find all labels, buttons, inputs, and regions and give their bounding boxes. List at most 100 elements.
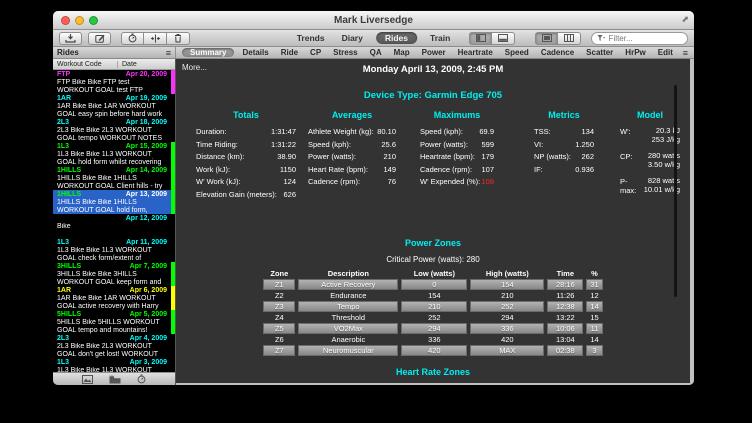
more-link[interactable]: More... [182, 63, 207, 72]
ride-date: Apr 15, 2009 [126, 143, 167, 151]
ride-list-item[interactable]: 1L3Apr 11, 20091L3 Bike Bike 1L3 WORKOUT… [53, 238, 175, 262]
zone-cell: 10:06 [547, 323, 583, 334]
zone-cell: 14 [586, 301, 602, 312]
scope-tab-train[interactable]: Train [426, 32, 454, 44]
ride-date: Apr 4, 2009 [130, 335, 167, 343]
ride-description: 5HILLS Bike 5HILLS WORKOUT GOAL tempo an… [57, 319, 167, 335]
zone-cell: 13:22 [547, 313, 583, 322]
metric-label: W': [620, 126, 631, 144]
metric-row: IF:0.936 [534, 164, 594, 177]
tab-stress[interactable]: Stress [329, 48, 361, 57]
single-view-button[interactable] [535, 32, 558, 45]
tab-cadence[interactable]: Cadence [537, 48, 578, 57]
ride-description: 1HILLS Bike Bike 1HILLS WORKOUT GOAL Cli… [57, 175, 167, 191]
tiled-view-button[interactable] [558, 32, 581, 45]
ride-color-stripe [171, 190, 175, 214]
ride-code-date: 5HILLSApr 5, 2009 [57, 311, 167, 319]
sidebar-toggle-button[interactable] [469, 32, 492, 45]
ride-list-item[interactable]: 2L3Apr 18, 20092L3 Bike Bike 2L3 WORKOUT… [53, 118, 175, 142]
zone-cell: Neuromuscular [298, 345, 398, 356]
ride-list-item[interactable]: 1L3Apr 15, 20091L3 Bike Bike 1L3 WORKOUT… [53, 142, 175, 166]
ride-description: 1L3 Bike Bike 1L3 WORKOUT [57, 367, 167, 372]
metric-value: 262 [581, 151, 594, 164]
metric-label: Duration: [196, 126, 226, 139]
tab-hrpw[interactable]: HrPw [621, 48, 649, 57]
bottombar-toggle-button[interactable] [492, 32, 515, 45]
ride-list-item[interactable]: 1HILLSApr 13, 20091HILLS Bike Bike 1HILL… [53, 190, 175, 214]
column-workout-code[interactable]: Workout Code [53, 61, 118, 68]
metric-label: Time Riding: [196, 139, 238, 152]
photo-icon[interactable] [82, 375, 93, 384]
bottom-panel-icon [498, 34, 508, 42]
ride-date: Apr 6, 2009 [130, 287, 167, 295]
tab-qa[interactable]: QA [366, 48, 386, 57]
ride-list-item[interactable]: 1ARApr 6, 20091AR Bike Bike 1AR WORKOUT … [53, 286, 175, 310]
tab-details[interactable]: Details [238, 48, 272, 57]
ride-description: 3HILLS Bike Bike 3HILLS WORKOUT GOAL kee… [57, 271, 167, 287]
ride-code: 1L3 [57, 143, 69, 151]
metric-label: Heartrate (bpm): [420, 151, 475, 164]
scope-tab-trends[interactable]: Trends [293, 32, 329, 44]
delete-button[interactable] [167, 32, 190, 45]
resize-icon[interactable]: ⬈ [681, 14, 689, 25]
critical-power: Critical Power (watts): 280 [176, 255, 690, 264]
tab-ride[interactable]: Ride [277, 48, 302, 57]
ride-code-date: 1HILLSApr 14, 2009 [57, 167, 167, 175]
ride-list-item[interactable]: FTPApr 20, 2009FTP Bike Bike FTP test WO… [53, 70, 175, 94]
tab-speed[interactable]: Speed [501, 48, 533, 57]
ride-list-item[interactable]: 5HILLSApr 5, 20095HILLS Bike 5HILLS WORK… [53, 310, 175, 334]
scope-tab-rides[interactable]: Rides [376, 32, 417, 44]
metric-value: 108 [481, 176, 494, 189]
ride-list-item[interactable]: 2L3Apr 4, 20092L3 Bike Bike 2L3 WORKOUT … [53, 334, 175, 358]
ride-list-item[interactable]: 1ARApr 19, 20091AR Bike Bike 1AR WORKOUT… [53, 94, 175, 118]
zoom-window-button[interactable] [89, 16, 98, 25]
tab-power[interactable]: Power [418, 48, 450, 57]
metric-row: Duration:1:31:47 [196, 126, 296, 139]
ride-code-date: 3HILLSApr 7, 2009 [57, 263, 167, 271]
close-window-button[interactable] [61, 16, 70, 25]
metric-row: Power (watts):599 [420, 139, 494, 152]
ride-list-columns[interactable]: Workout Code Date [53, 59, 175, 70]
metric-row: Distance (km):38.90 [196, 151, 296, 164]
tab-scatter[interactable]: Scatter [582, 48, 617, 57]
metric-value: 149 [383, 164, 396, 177]
zone-cell: 13:04 [547, 335, 583, 344]
tab-heartrate[interactable]: Heartrate [454, 48, 497, 57]
zones-col-header: Description [298, 269, 398, 278]
vertical-scrollbar[interactable] [674, 85, 677, 297]
tab-edit[interactable]: Edit [654, 48, 677, 57]
split-button[interactable] [144, 32, 167, 45]
zone-cell: Tempo [298, 301, 398, 312]
ride-list-item[interactable]: 1HILLSApr 14, 20091HILLS Bike Bike 1HILL… [53, 166, 175, 190]
metric-label: Power (watts): [420, 139, 468, 152]
zone-cell: 294 [401, 323, 467, 334]
edit-button[interactable] [88, 32, 111, 45]
ride-list-item[interactable]: 1L3Apr 3, 20091L3 Bike Bike 1L3 WORKOUT [53, 358, 175, 372]
tab-map[interactable]: Map [390, 48, 414, 57]
filter-field[interactable] [591, 32, 688, 45]
sidebar-menu-icon[interactable]: ≡ [166, 49, 171, 57]
tab-summary[interactable]: Summary [182, 48, 234, 57]
folder-icon[interactable] [109, 375, 121, 384]
zone-cell: Z6 [263, 335, 295, 344]
tab-cp[interactable]: CP [306, 48, 325, 57]
ride-list-item[interactable]: 3HILLSApr 7, 20093HILLS Bike Bike 3HILLS… [53, 262, 175, 286]
minimize-window-button[interactable] [75, 16, 84, 25]
filter-input[interactable] [609, 34, 682, 43]
zone-cell: Endurance [298, 291, 398, 300]
column-date[interactable]: Date [118, 61, 137, 68]
ride-list-item[interactable]: Apr 12, 2009Bike [53, 214, 175, 238]
tabbar-menu-icon[interactable]: ≡ [683, 49, 688, 57]
power-zones-table: ZoneDescriptionLow (watts)High (watts)Ti… [260, 268, 605, 357]
scope-tab-diary[interactable]: Diary [338, 32, 367, 44]
import-button[interactable] [59, 32, 82, 45]
clock-icon[interactable] [137, 374, 146, 384]
ride-code-date: 1HILLSApr 13, 2009 [57, 191, 167, 199]
zone-cell: 11:26 [547, 291, 583, 300]
zone-cell: 15 [586, 313, 602, 322]
zone-row-z2: Z2Endurance15421011:2612 [263, 291, 602, 300]
metric-value: 210 [383, 151, 396, 164]
ride-code: 2L3 [57, 335, 69, 343]
metric-value: 25.6 [381, 139, 396, 152]
stopwatch-button[interactable] [121, 32, 144, 45]
